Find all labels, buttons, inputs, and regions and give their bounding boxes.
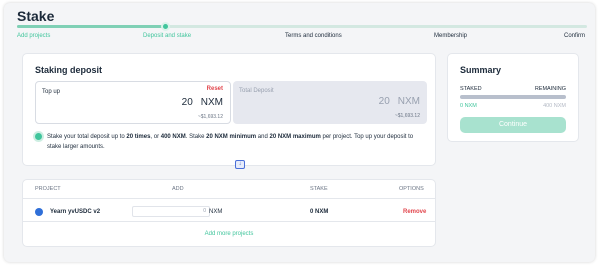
- total-deposit-label: Total Deposit: [239, 88, 274, 94]
- summary-title: Summary: [460, 65, 502, 75]
- step-membership[interactable]: Membership: [434, 33, 467, 39]
- add-more-projects-link[interactable]: Add more projects: [23, 231, 435, 237]
- top-up-fiat: ~$1,693.12: [197, 114, 223, 120]
- total-deposit-amount: 20 NXM: [379, 96, 420, 107]
- stepper-progress: [17, 25, 166, 28]
- project-name: Yearn yvUSDC v2: [50, 209, 101, 215]
- summary-card: Summary STAKED REMAINING 0 NXM 400 NXM C…: [447, 53, 579, 142]
- remaining-label: REMAINING: [534, 86, 566, 92]
- staking-capacity-bar: [460, 95, 566, 99]
- top-up-amount[interactable]: 20 NXM: [182, 97, 223, 108]
- top-up-field[interactable]: Top up Reset 20 NXM ~$1,693.12: [35, 81, 231, 124]
- step-confirm[interactable]: Confirm: [564, 33, 585, 39]
- yearn-logo-icon: [35, 208, 43, 216]
- staking-info-text: Stake your total deposit up to 20 times,…: [47, 134, 414, 150]
- total-deposit-unit: NXM: [397, 96, 420, 107]
- reset-button[interactable]: Reset: [207, 86, 223, 92]
- arrow-down-icon[interactable]: ↓: [235, 160, 245, 169]
- top-up-value: 20: [181, 97, 193, 108]
- top-up-label: Top up: [42, 89, 61, 95]
- step-add-projects[interactable]: Add projects: [17, 33, 50, 39]
- continue-button[interactable]: Continue: [460, 117, 566, 133]
- table-row-divider: [23, 221, 435, 222]
- remove-project-button[interactable]: Remove: [403, 209, 426, 215]
- stake-page: Stake Add projects Deposit and stake Ter…: [4, 3, 595, 262]
- column-stake: STAKE: [310, 186, 328, 192]
- total-deposit-field: Total Deposit 20 NXM ~$1,693.12: [233, 81, 427, 124]
- staked-label: STAKED: [460, 86, 482, 92]
- page-title: Stake: [17, 8, 55, 24]
- remaining-value: 400 NXM: [543, 103, 566, 109]
- add-amount-input[interactable]: 0: [132, 206, 210, 217]
- total-deposit-fiat: ~$1,693.12: [394, 113, 420, 119]
- staked-value: 0 NXM: [460, 103, 477, 109]
- step-terms-and-conditions[interactable]: Terms and conditions: [285, 33, 342, 39]
- staking-deposit-title: Staking deposit: [35, 65, 103, 75]
- column-project: PROJECT: [35, 186, 61, 192]
- add-amount-unit: NXM: [209, 209, 223, 215]
- projects-table-card: PROJECT ADD STAKE OPTIONS Yearn yvUSDC v…: [22, 179, 436, 247]
- project-stake-value: 0 NXM: [310, 209, 329, 215]
- top-up-unit: NXM: [200, 97, 223, 108]
- table-header-divider: [23, 198, 435, 199]
- info-dot-icon: [35, 133, 42, 140]
- total-deposit-value: 20: [378, 96, 390, 107]
- column-options: OPTIONS: [399, 186, 424, 192]
- column-add: ADD: [172, 186, 184, 192]
- step-deposit-and-stake[interactable]: Deposit and stake: [143, 33, 191, 39]
- staking-deposit-card: Staking deposit Top up Reset 20 NXM ~$1,6…: [22, 53, 436, 166]
- current-step-indicator: [161, 22, 170, 31]
